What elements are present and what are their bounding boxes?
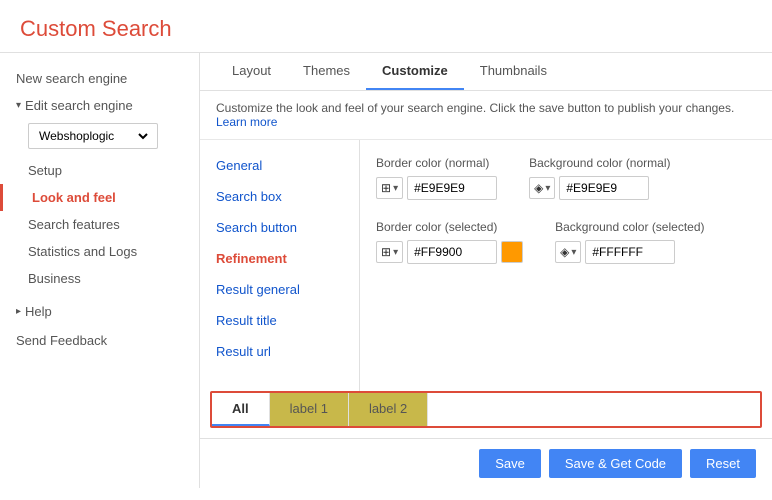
tab-themes[interactable]: Themes <box>287 53 366 90</box>
sidebar-item-look-and-feel-label[interactable]: Look and feel <box>0 184 132 211</box>
expand-arrow-icon: ▸ <box>16 306 21 317</box>
bg-color-normal-label: Background color (normal) <box>529 156 670 170</box>
sidebar-item-business[interactable]: Business <box>0 265 199 292</box>
left-nav-item-result-title[interactable]: Result title <box>200 305 359 336</box>
sidebar-item-look-and-feel: Look and feel <box>0 184 199 211</box>
page-title: Custom Search <box>20 16 172 41</box>
label-tabs-section: All label 1 label 2 <box>210 391 762 428</box>
tab-bar: Layout Themes Customize Thumbnails <box>200 53 772 91</box>
label-tab-2[interactable]: label 2 <box>349 393 428 426</box>
learn-more-link[interactable]: Learn more <box>216 115 277 129</box>
save-get-code-button[interactable]: Save & Get Code <box>549 449 682 478</box>
reset-button[interactable]: Reset <box>690 449 756 478</box>
tab-layout[interactable]: Layout <box>216 53 287 90</box>
inner-layout: General Search box Search button Refinem… <box>200 140 772 488</box>
fill2-icon: ◈ <box>560 245 569 259</box>
footer: Save Save & Get Code Reset <box>200 438 772 488</box>
grid2-icon: ⊞ <box>381 245 391 259</box>
content-area: Layout Themes Customize Thumbnails Custo… <box>200 53 772 488</box>
left-nav-item-result-url[interactable]: Result url <box>200 336 359 367</box>
sidebar-item-help[interactable]: ▸ Help <box>0 296 199 327</box>
engine-select[interactable]: Webshoplogic <box>28 123 158 149</box>
dropdown-arrow2-icon: ▾ <box>545 183 550 194</box>
left-nav: General Search box Search button Refinem… <box>200 140 360 391</box>
engine-select-input[interactable]: Webshoplogic <box>35 128 151 144</box>
dropdown-arrow3-icon: ▾ <box>393 247 398 258</box>
right-panel: Border color (normal) ⊞ ▾ Background col… <box>360 140 772 391</box>
border-color-normal-label: Border color (normal) <box>376 156 497 170</box>
border-normal-input[interactable] <box>407 176 497 200</box>
left-nav-item-refinement[interactable]: Refinement <box>200 243 359 274</box>
description-text: Customize the look and feel of your sear… <box>216 101 734 115</box>
label-tabs-bar: All label 1 label 2 <box>212 393 760 426</box>
bg-color-selected-label: Background color (selected) <box>555 220 704 234</box>
label-tab-1[interactable]: label 1 <box>270 393 349 426</box>
bg-normal-input[interactable] <box>559 176 649 200</box>
sidebar: New search engine ▾ Edit search engine W… <box>0 53 200 488</box>
bg-color-normal-field: Background color (normal) ◈ ▾ <box>529 156 670 200</box>
border-selected-input[interactable] <box>407 240 497 264</box>
save-button[interactable]: Save <box>479 449 541 478</box>
border-normal-selector[interactable]: ⊞ ▾ <box>376 177 403 199</box>
description-bar: Customize the look and feel of your sear… <box>200 91 772 140</box>
sidebar-item-search-features[interactable]: Search features <box>0 211 199 238</box>
active-indicator <box>0 184 3 211</box>
bg-color-selected-field: Background color (selected) ◈ ▾ <box>555 220 704 264</box>
left-nav-item-search-button[interactable]: Search button <box>200 212 359 243</box>
left-nav-item-search-box[interactable]: Search box <box>200 181 359 212</box>
tab-customize[interactable]: Customize <box>366 53 464 90</box>
collapse-arrow: ▾ <box>16 100 21 111</box>
sidebar-item-statistics-logs[interactable]: Statistics and Logs <box>0 238 199 265</box>
border-color-selected-label: Border color (selected) <box>376 220 523 234</box>
sidebar-item-send-feedback[interactable]: Send Feedback <box>0 327 199 354</box>
bg-normal-selector[interactable]: ◈ ▾ <box>529 177 555 199</box>
dropdown-arrow-icon: ▾ <box>393 183 398 194</box>
label-tab-all[interactable]: All <box>212 393 270 426</box>
bg-selected-selector[interactable]: ◈ ▾ <box>555 241 581 263</box>
sidebar-item-new-search-engine[interactable]: New search engine <box>0 65 199 92</box>
orange-swatch[interactable] <box>501 241 523 263</box>
grid-icon: ⊞ <box>381 181 391 195</box>
sidebar-item-setup[interactable]: Setup <box>0 157 199 184</box>
border-color-normal-field: Border color (normal) ⊞ ▾ <box>376 156 497 200</box>
bg-selected-input[interactable] <box>585 240 675 264</box>
fill-icon: ◈ <box>534 181 543 195</box>
left-nav-item-general[interactable]: General <box>200 150 359 181</box>
border-selected-selector[interactable]: ⊞ ▾ <box>376 241 403 263</box>
left-nav-item-result-general[interactable]: Result general <box>200 274 359 305</box>
engine-dropdown-container[interactable]: Webshoplogic <box>0 119 199 157</box>
sidebar-item-edit-search-engine: ▾ Edit search engine <box>0 92 199 119</box>
dropdown-arrow4-icon: ▾ <box>571 247 576 258</box>
border-color-selected-field: Border color (selected) ⊞ ▾ <box>376 220 523 264</box>
tab-thumbnails[interactable]: Thumbnails <box>464 53 563 90</box>
